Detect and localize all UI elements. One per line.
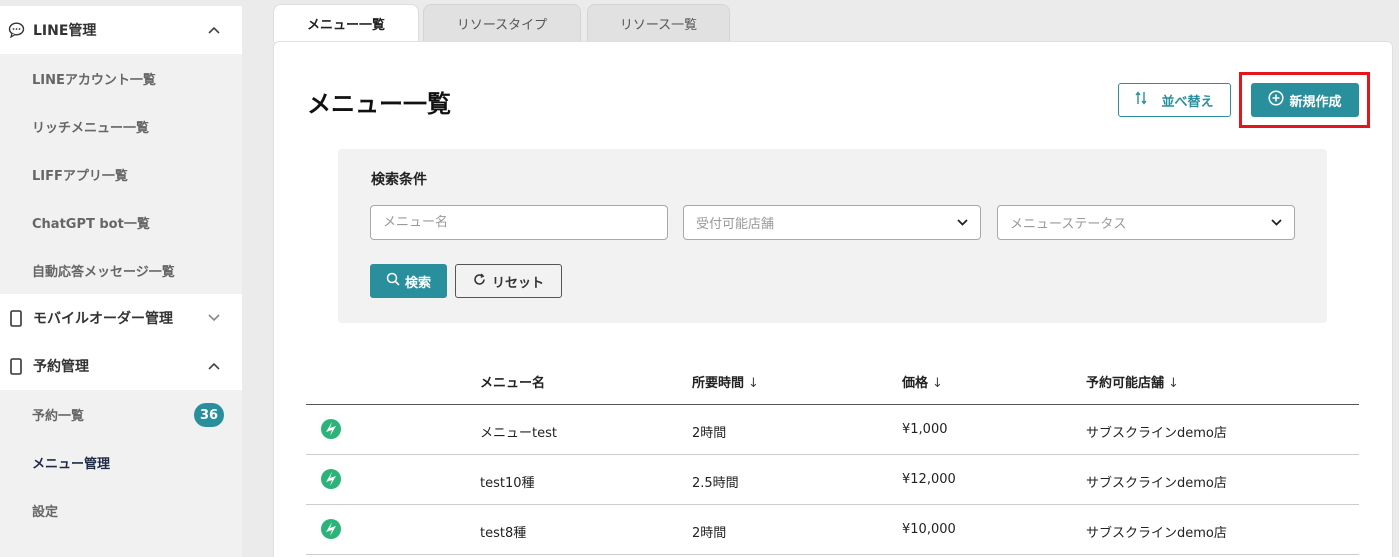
column-header-duration[interactable]: 所要時間 ↓ <box>692 372 759 391</box>
column-header-name[interactable]: メニュー名 <box>480 372 545 391</box>
reset-button[interactable]: リセット <box>455 264 562 298</box>
tab-menu-list[interactable]: メニュー一覧 <box>273 4 419 42</box>
menu-table: メニュー名 所要時間 ↓ 価格 ↓ 予約可能店舗 ↓ メニューtest 2時間 ¥1,… <box>306 356 1359 555</box>
page-title: メニュー一覧 <box>307 90 451 118</box>
sidebar-group-label: LINE管理 <box>33 23 97 39</box>
chevron-down-icon <box>957 216 968 229</box>
search-title: 検索条件 <box>371 172 427 188</box>
new-button[interactable]: 新規作成 <box>1251 83 1359 117</box>
chevron-up-icon <box>208 359 220 373</box>
menu-name-input[interactable] <box>383 215 655 230</box>
status-select-placeholder: メニューステータス <box>1010 217 1127 232</box>
chat-bubble-icon <box>6 22 26 38</box>
cell-price: ¥1,000 <box>902 422 948 437</box>
cell-name: test8種 <box>480 526 527 541</box>
sidebar-item-rich-menus[interactable]: リッチメニュー一覧 <box>0 102 242 150</box>
sidebar-item-reservation-list[interactable]: 予約一覧 36 <box>0 390 242 438</box>
new-button-label: 新規作成 <box>1289 94 1342 110</box>
sidebar: LINE管理 LINEアカウント一覧 リッチメニュー一覧 LIFFアプリ一覧 C… <box>0 0 242 557</box>
column-header-label: 価格 <box>902 376 929 391</box>
cell-store: サブスクラインdemo店 <box>1086 476 1227 491</box>
sidebar-group-mobile-order[interactable]: モバイルオーダー管理 <box>0 294 242 342</box>
sort-down-icon: ↓ <box>932 376 943 391</box>
count-badge: 36 <box>194 403 224 427</box>
column-header-label: 予約可能店舗 <box>1086 376 1165 391</box>
sidebar-item-auto-replies[interactable]: 自動応答メッセージ一覧 <box>0 246 242 294</box>
plus-circle-icon <box>1268 90 1285 110</box>
smartphone-icon <box>6 309 26 327</box>
sidebar-submenu-line: LINEアカウント一覧 リッチメニュー一覧 LIFFアプリ一覧 ChatGPT … <box>0 54 242 294</box>
search-panel: 検索条件 受付可能店舗 メニューステータス 検索 リセット <box>338 149 1327 323</box>
search-button[interactable]: 検索 <box>370 264 447 298</box>
table-header: メニュー名 所要時間 ↓ 価格 ↓ 予約可能店舗 ↓ <box>306 356 1359 405</box>
sort-button-label: 並べ替え <box>1161 94 1214 110</box>
store-select[interactable]: 受付可能店舗 <box>683 205 981 240</box>
menu-logo-icon <box>320 418 342 440</box>
sidebar-submenu-reservations: 予約一覧 36 メニュー管理 設定 <box>0 390 242 557</box>
sidebar-item-line-accounts[interactable]: LINEアカウント一覧 <box>0 54 242 102</box>
column-header-label: 所要時間 <box>692 376 745 391</box>
tab-resource-types[interactable]: リソースタイプ <box>423 4 581 42</box>
sidebar-item-menu-management[interactable]: メニュー管理 <box>0 438 242 486</box>
cell-name: test10種 <box>480 476 535 491</box>
highlight-box: 新規作成 <box>1239 72 1370 128</box>
sort-down-icon: ↓ <box>748 376 759 391</box>
reset-button-label: リセット <box>491 275 544 291</box>
cell-duration: 2時間 <box>692 526 727 541</box>
search-button-label: 検索 <box>404 275 431 291</box>
tab-resource-list[interactable]: リソース一覧 <box>587 4 730 42</box>
sidebar-item-chatgpt-bots[interactable]: ChatGPT bot一覧 <box>0 198 242 246</box>
status-select[interactable]: メニューステータス <box>997 205 1295 240</box>
column-header-label: メニュー名 <box>480 376 546 391</box>
sidebar-item-label: 予約一覧 <box>32 408 85 424</box>
cell-price: ¥12,000 <box>902 472 956 487</box>
sort-button[interactable]: 並べ替え <box>1118 83 1231 117</box>
table-row[interactable]: test8種 2時間 ¥10,000 サブスクラインdemo店 <box>306 505 1359 555</box>
search-icon <box>386 272 400 290</box>
refresh-icon <box>473 273 486 290</box>
sidebar-group-line[interactable]: LINE管理 <box>0 6 242 54</box>
column-header-price[interactable]: 価格 ↓ <box>902 372 943 391</box>
menu-logo-icon <box>320 518 342 540</box>
table-row[interactable]: メニューtest 2時間 ¥1,000 サブスクラインdemo店 <box>306 405 1359 455</box>
sidebar-group-reservations[interactable]: 予約管理 <box>0 342 242 390</box>
column-header-stores[interactable]: 予約可能店舗 ↓ <box>1086 372 1179 391</box>
sidebar-item-liff-apps[interactable]: LIFFアプリ一覧 <box>0 150 242 198</box>
cell-price: ¥10,000 <box>902 522 956 537</box>
chevron-up-icon <box>208 23 220 37</box>
sidebar-item-settings[interactable]: 設定 <box>0 486 242 534</box>
menu-name-field[interactable] <box>370 205 668 240</box>
sidebar-group-label: 予約管理 <box>33 359 89 375</box>
sidebar-group-label: モバイルオーダー管理 <box>33 311 173 327</box>
menu-logo-icon <box>320 468 342 490</box>
cell-store: サブスクラインdemo店 <box>1086 426 1227 441</box>
cell-name: メニューtest <box>480 426 557 441</box>
table-row[interactable]: test10種 2.5時間 ¥12,000 サブスクラインdemo店 <box>306 455 1359 505</box>
store-select-placeholder: 受付可能店舗 <box>696 217 775 232</box>
chevron-down-icon <box>208 311 220 325</box>
cell-duration: 2.5時間 <box>692 476 739 491</box>
chevron-down-icon <box>1271 216 1282 229</box>
sort-down-icon: ↓ <box>1168 376 1179 391</box>
cell-store: サブスクラインdemo店 <box>1086 526 1227 541</box>
sort-arrows-icon <box>1135 91 1148 109</box>
cell-duration: 2時間 <box>692 426 727 441</box>
smartphone-icon <box>6 357 26 375</box>
